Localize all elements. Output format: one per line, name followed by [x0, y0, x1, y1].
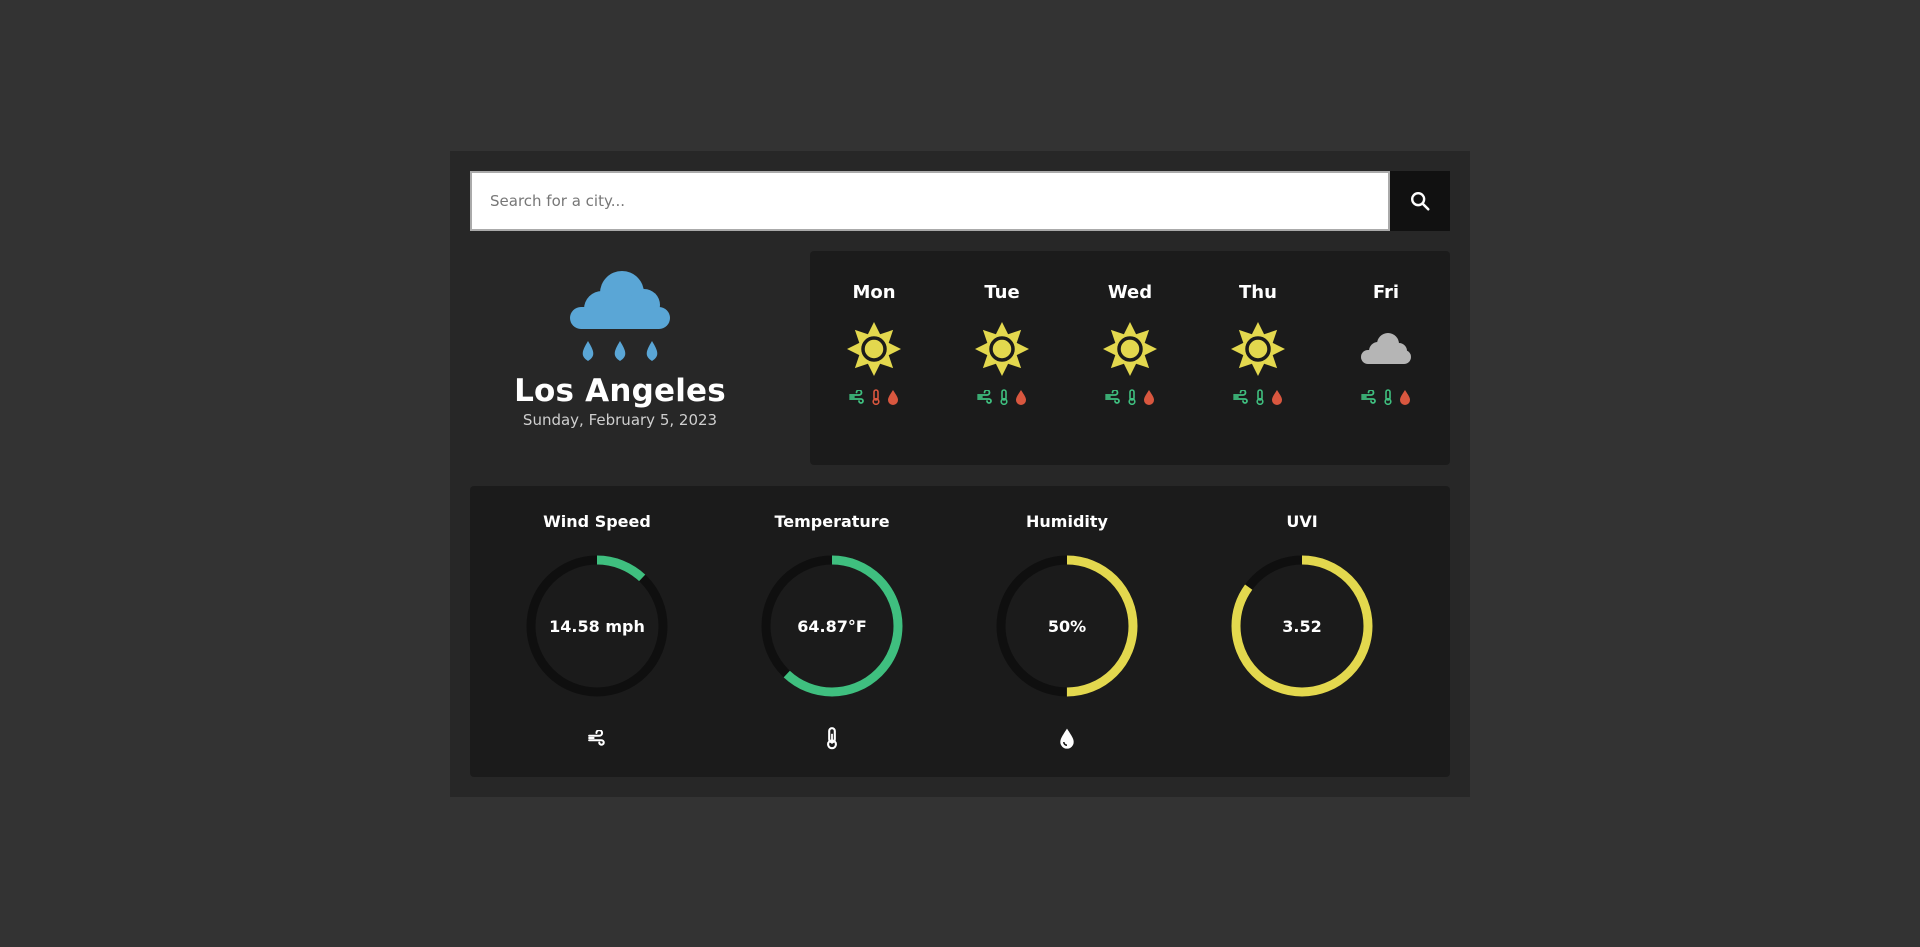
droplet-icon: [1144, 390, 1154, 405]
mini-stats: [849, 389, 899, 405]
metric-temperature: Temperature 64.87°F: [752, 486, 912, 777]
mini-stats: [1105, 389, 1155, 405]
thermometer-icon: [1128, 389, 1136, 405]
wind-speed-gauge: 14.58 mph: [524, 553, 670, 699]
forecast-day: Thu: [1198, 251, 1318, 465]
forecast-panel: Mon Tue Wed Thu Fri: [810, 251, 1450, 465]
metric-value: 50%: [1047, 616, 1087, 636]
temperature-gauge: 64.87°F: [759, 553, 905, 699]
current-weather: Los Angeles Sunday, February 5, 2023: [470, 251, 770, 465]
thermometer-icon: [825, 725, 839, 751]
wind-icon: [977, 390, 992, 404]
wind-icon: [1233, 390, 1248, 404]
metric-title: Temperature: [774, 512, 890, 531]
sun-icon: [1230, 321, 1286, 377]
mini-stats: [977, 389, 1027, 405]
metric-humidity: Humidity 50%: [987, 486, 1147, 777]
metric-value: 64.87°F: [797, 616, 867, 636]
thermometer-icon: [1000, 389, 1008, 405]
metric-wind-speed: Wind Speed 14.58 mph: [517, 486, 677, 777]
day-name: Mon: [852, 282, 896, 303]
metric-title: UVI: [1286, 512, 1318, 531]
sun-icon: [1102, 321, 1158, 377]
rain-cloud-icon: [570, 271, 670, 361]
forecast-day: Fri: [1326, 251, 1446, 465]
forecast-day: Wed: [1070, 251, 1190, 465]
city-name: Los Angeles: [514, 373, 726, 409]
sun-icon: [846, 321, 902, 377]
metric-value: 14.58 mph: [549, 616, 645, 636]
day-name: Wed: [1107, 282, 1153, 303]
thermometer-icon: [872, 389, 880, 405]
wind-icon: [1361, 390, 1376, 404]
search-bar: [470, 171, 1450, 231]
search-input[interactable]: [470, 171, 1390, 231]
mini-stats: [1361, 389, 1411, 405]
wind-icon: [1105, 390, 1120, 404]
humidity-gauge: 50%: [994, 553, 1140, 699]
forecast-day: Mon: [814, 251, 934, 465]
cloud-icon: [1358, 321, 1414, 377]
weather-app: Los Angeles Sunday, February 5, 2023 Mon…: [450, 151, 1470, 797]
thermometer-icon: [1384, 389, 1392, 405]
wind-icon: [588, 725, 606, 751]
metric-title: Humidity: [1026, 512, 1108, 531]
forecast-day: Tue: [942, 251, 1062, 465]
droplet-icon: [1016, 390, 1026, 405]
day-name: Tue: [984, 282, 1020, 303]
sun-icon: [974, 321, 1030, 377]
droplet-icon: [1059, 725, 1075, 751]
metric-value: 3.52: [1282, 616, 1322, 636]
uvi-gauge: 3.52: [1229, 553, 1375, 699]
search-icon: [1411, 192, 1430, 211]
current-date: Sunday, February 5, 2023: [522, 411, 718, 429]
droplet-icon: [1400, 390, 1410, 405]
droplet-icon: [1272, 390, 1282, 405]
metric-title: Wind Speed: [543, 512, 651, 531]
mini-stats: [1233, 389, 1283, 405]
day-name: Thu: [1239, 282, 1277, 303]
metrics-panel: Wind Speed 14.58 mph Temperature 64.87°F: [470, 486, 1450, 777]
thermometer-icon: [1256, 389, 1264, 405]
droplet-icon: [888, 390, 898, 405]
day-name: Fri: [1372, 282, 1400, 303]
search-button[interactable]: [1390, 171, 1450, 231]
metric-uvi: UVI 3.52: [1222, 486, 1382, 777]
wind-icon: [849, 390, 864, 404]
